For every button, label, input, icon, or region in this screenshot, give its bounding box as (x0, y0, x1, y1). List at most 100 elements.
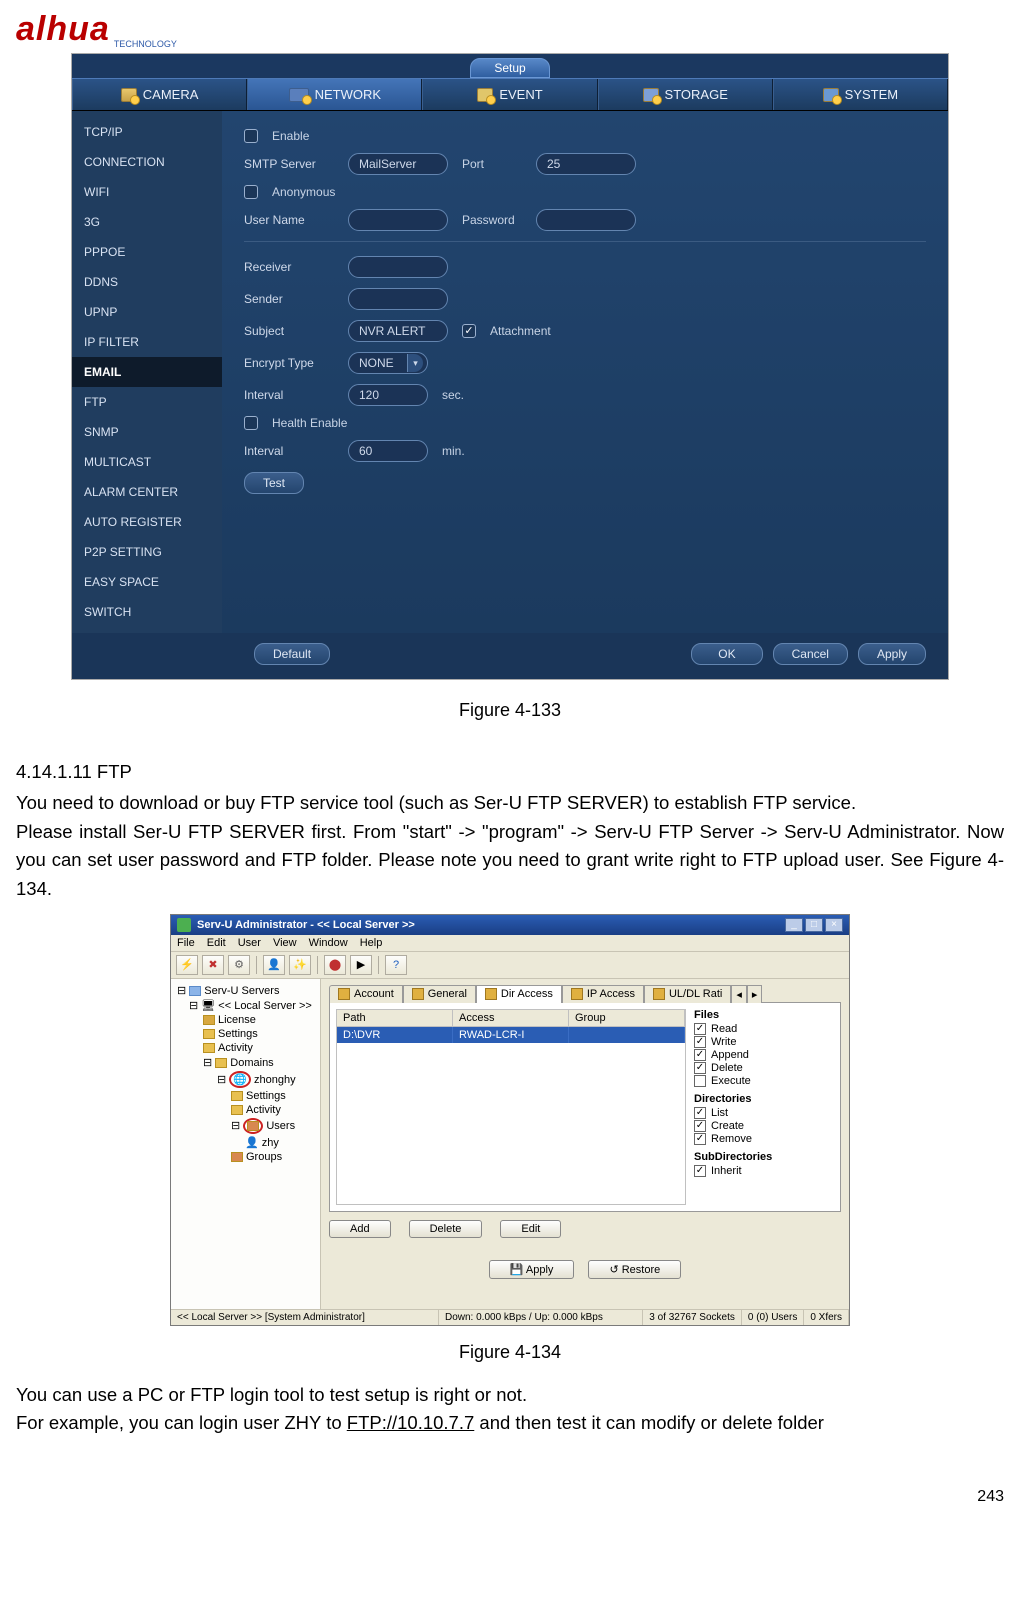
domains-icon (215, 1058, 227, 1068)
toolbar-user-icon[interactable]: 👤 (263, 955, 285, 975)
dir-perm-checkbox-remove[interactable] (694, 1133, 706, 1145)
user-tab-account[interactable]: Account (329, 985, 403, 1003)
ok-button[interactable]: OK (691, 643, 762, 665)
tab-storage[interactable]: STORAGE (598, 79, 773, 110)
toolbar-wizard-icon[interactable]: ✨ (289, 955, 311, 975)
tab-event[interactable]: EVENT (422, 79, 597, 110)
tab-network[interactable]: NETWORK (247, 79, 422, 110)
sidebar-item-p2p-setting[interactable]: P2P SETTING (72, 537, 222, 567)
subject-input[interactable]: NVR ALERT (348, 320, 448, 342)
sidebar-item-upnp[interactable]: UPNP (72, 297, 222, 327)
maximize-button[interactable]: □ (805, 918, 823, 932)
tree-domains[interactable]: ⊟ Domains (173, 1055, 318, 1070)
smtp-server-input[interactable]: MailServer (348, 153, 448, 175)
delete-button[interactable]: Delete (409, 1220, 483, 1238)
sidebar-item-switch[interactable]: SWITCH (72, 597, 222, 627)
minimize-button[interactable]: _ (785, 918, 803, 932)
sidebar-item-multicast[interactable]: MULTICAST (72, 447, 222, 477)
attachment-checkbox[interactable] (462, 324, 476, 338)
dir-perm-checkbox-list[interactable] (694, 1107, 706, 1119)
tree-user-zhy[interactable]: 👤 zhy (173, 1135, 318, 1150)
toolbar-help-icon[interactable]: ? (385, 955, 407, 975)
sidebar-item-pppoe[interactable]: PPPOE (72, 237, 222, 267)
file-perm-checkbox-append[interactable] (694, 1049, 706, 1061)
encrypt-select[interactable]: NONE▾ (348, 352, 428, 374)
ftp-link[interactable]: FTP://10.10.7.7 (347, 1412, 475, 1433)
file-perm-checkbox-read[interactable] (694, 1023, 706, 1035)
tree-domain-zhonghy[interactable]: ⊟ 🌐 zhonghy (173, 1070, 318, 1089)
tree-license[interactable]: License (173, 1013, 318, 1027)
sidebar-item-snmp[interactable]: SNMP (72, 417, 222, 447)
dir-perm-checkbox-create[interactable] (694, 1120, 706, 1132)
menu-file[interactable]: File (177, 937, 195, 949)
sidebar-item-auto-register[interactable]: AUTO REGISTER (72, 507, 222, 537)
username-input[interactable] (348, 209, 448, 231)
file-perm-checkbox-execute[interactable] (694, 1075, 706, 1087)
port-input[interactable]: 25 (536, 153, 636, 175)
sidebar-item-alarm-center[interactable]: ALARM CENTER (72, 477, 222, 507)
menubar: File Edit User View Window Help (171, 935, 849, 952)
sender-input[interactable] (348, 288, 448, 310)
toolbar-settings-icon[interactable]: ⚙ (228, 955, 250, 975)
close-button[interactable]: × (825, 918, 843, 932)
tab-scroll-right[interactable]: ▸ (747, 985, 763, 1003)
list-row-selected[interactable]: D:\DVR RWAD-LCR-I (337, 1027, 685, 1043)
tab-system[interactable]: SYSTEM (773, 79, 948, 110)
tab-system-label: SYSTEM (845, 87, 898, 102)
tree-domain-activity[interactable]: Activity (173, 1103, 318, 1117)
menu-user[interactable]: User (238, 937, 261, 949)
sidebar-item-3g[interactable]: 3G (72, 207, 222, 237)
sidebar-item-connection[interactable]: CONNECTION (72, 147, 222, 177)
enable-checkbox[interactable] (244, 129, 258, 143)
restore-label: Restore (622, 1264, 661, 1276)
tree-root[interactable]: ⊟ Serv-U Servers (173, 983, 318, 998)
menu-edit[interactable]: Edit (207, 937, 226, 949)
tab-camera[interactable]: CAMERA (72, 79, 247, 110)
apply-button[interactable]: 💾 Apply (489, 1260, 575, 1279)
menu-view[interactable]: View (273, 937, 297, 949)
receiver-input[interactable] (348, 256, 448, 278)
test-button[interactable]: Test (244, 472, 304, 494)
apply-button[interactable]: Apply (858, 643, 926, 665)
tree-domain1-label: zhonghy (254, 1074, 296, 1086)
tree-groups[interactable]: Groups (173, 1150, 318, 1164)
menu-help[interactable]: Help (360, 937, 383, 949)
menu-window[interactable]: Window (309, 937, 348, 949)
cancel-button[interactable]: Cancel (773, 643, 848, 665)
interval2-input[interactable]: 60 (348, 440, 428, 462)
tab-scroll-left[interactable]: ◂ (731, 985, 747, 1003)
toolbar-delete-icon[interactable]: ✖ (202, 955, 224, 975)
tree-users[interactable]: ⊟ Users (173, 1117, 318, 1135)
subdir-perm-checkbox-inherit[interactable] (694, 1165, 706, 1177)
interval-input[interactable]: 120 (348, 384, 428, 406)
tree-settings[interactable]: Settings (173, 1027, 318, 1041)
toolbar-lightning-icon[interactable]: ⚡ (176, 955, 198, 975)
setup-tab[interactable]: Setup (470, 58, 550, 78)
user-tab-ip-access[interactable]: IP Access (562, 985, 644, 1003)
sidebar-item-ddns[interactable]: DDNS (72, 267, 222, 297)
sidebar-item-wifi[interactable]: WIFI (72, 177, 222, 207)
tree-local-server[interactable]: ⊟ 🖥 << Local Server >> (173, 998, 318, 1013)
sidebar-item-email[interactable]: EMAIL (72, 357, 222, 387)
sidebar-item-tcp/ip[interactable]: TCP/IP (72, 117, 222, 147)
sidebar-item-ftp[interactable]: FTP (72, 387, 222, 417)
file-perm-checkbox-delete[interactable] (694, 1062, 706, 1074)
add-button[interactable]: Add (329, 1220, 391, 1238)
anonymous-checkbox[interactable] (244, 185, 258, 199)
toolbar-action-icon[interactable]: ▶ (350, 955, 372, 975)
tree-domain-settings[interactable]: Settings (173, 1089, 318, 1103)
sidebar-item-easy-space[interactable]: EASY SPACE (72, 567, 222, 597)
tab-camera-label: CAMERA (143, 87, 199, 102)
user-tab-ul-dl-rati[interactable]: UL/DL Rati (644, 985, 731, 1003)
sidebar-item-ip-filter[interactable]: IP FILTER (72, 327, 222, 357)
edit-button[interactable]: Edit (500, 1220, 561, 1238)
user-tab-dir-access[interactable]: Dir Access (476, 985, 562, 1003)
tree-activity[interactable]: Activity (173, 1041, 318, 1055)
user-tab-general[interactable]: General (403, 985, 476, 1003)
default-button[interactable]: Default (254, 643, 330, 665)
file-perm-checkbox-write[interactable] (694, 1036, 706, 1048)
toolbar-stop-icon[interactable]: ⬤ (324, 955, 346, 975)
health-enable-checkbox[interactable] (244, 416, 258, 430)
password-input[interactable] (536, 209, 636, 231)
restore-button[interactable]: ↺ Restore (588, 1260, 681, 1279)
